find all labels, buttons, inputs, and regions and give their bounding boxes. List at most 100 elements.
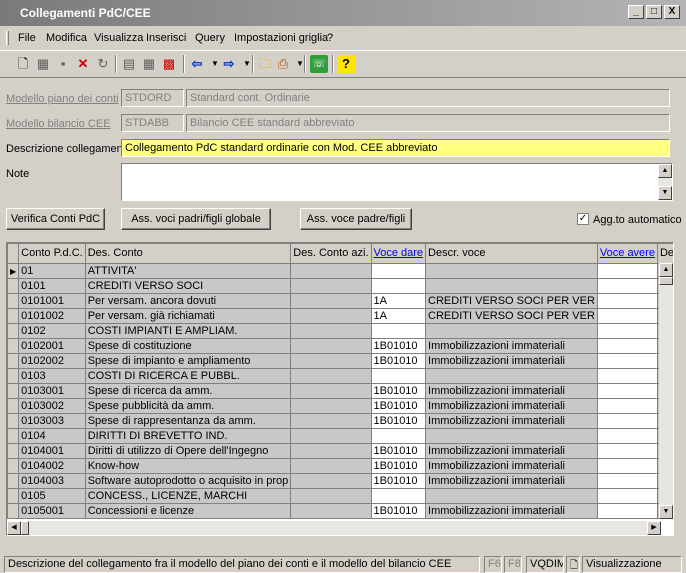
cell-conto[interactable]: 0101001 bbox=[18, 293, 86, 309]
new-document-icon[interactable]: 🗋 bbox=[14, 55, 32, 73]
cell-descr-voce-dare[interactable]: Immobilizzazioni immateriali bbox=[425, 413, 598, 429]
cell-voce-avere[interactable] bbox=[596, 488, 658, 504]
open-record-icon[interactable]: ▦ bbox=[34, 55, 52, 73]
cell-des-conto-azi[interactable] bbox=[290, 263, 372, 279]
table-row[interactable]: 0105001 Concessioni e licenze 1B01010 Immob… bbox=[7, 503, 673, 519]
cell-conto[interactable]: 0102002 bbox=[18, 353, 86, 369]
cell-descr-voce-dare[interactable] bbox=[425, 278, 598, 294]
table-row[interactable]: 0102002 Spese di impianto e ampliamento 1B… bbox=[7, 353, 673, 369]
cell-voce-dare[interactable]: 1A bbox=[370, 308, 427, 324]
col-header-descr-voce-avere[interactable]: Descr. voce bbox=[656, 243, 673, 264]
cell-conto[interactable]: 0104001 bbox=[18, 443, 86, 459]
grid-vertical-scrollbar[interactable]: ▲ ▼ bbox=[659, 263, 673, 519]
cell-descr-voce-dare[interactable]: Immobilizzazioni immateriali bbox=[425, 443, 598, 459]
cell-conto[interactable]: 0103002 bbox=[18, 398, 86, 414]
cell-voce-dare[interactable] bbox=[370, 323, 427, 339]
col-header-voce-avere[interactable]: Voce avere bbox=[596, 243, 658, 264]
minimize-button[interactable]: _ bbox=[628, 5, 644, 19]
col-header-des-conto[interactable]: Des. Conto bbox=[84, 243, 292, 264]
cell-voce-dare[interactable] bbox=[370, 278, 427, 294]
cell-voce-avere[interactable] bbox=[596, 338, 658, 354]
cell-des-conto[interactable]: Spese di ricerca da amm. bbox=[84, 383, 292, 399]
cell-des-conto-azi[interactable] bbox=[290, 428, 372, 444]
cell-voce-avere[interactable] bbox=[596, 263, 658, 279]
grid-delete-icon[interactable]: ▩ bbox=[160, 55, 178, 73]
refresh-icon[interactable]: ↻ bbox=[94, 55, 112, 73]
col-header-des-conto-azi[interactable]: Des. Conto azi. bbox=[290, 243, 372, 264]
cell-des-conto-azi[interactable] bbox=[290, 413, 372, 429]
cell-des-conto-azi[interactable] bbox=[290, 323, 372, 339]
cell-des-conto[interactable]: COSTI IMPIANTI E AMPLIAM. bbox=[84, 323, 292, 339]
cell-des-conto[interactable]: CREDITI VERSO SOCI bbox=[84, 278, 292, 294]
cell-voce-dare[interactable] bbox=[370, 488, 427, 504]
cell-des-conto-azi[interactable] bbox=[290, 458, 372, 474]
cell-des-conto[interactable]: ATTIVITA' bbox=[84, 263, 292, 279]
print-icon[interactable]: ⎙ bbox=[274, 55, 292, 73]
save-icon[interactable]: ▪ bbox=[54, 55, 72, 73]
cell-des-conto-azi[interactable] bbox=[290, 398, 372, 414]
cell-des-conto[interactable]: Concessioni e licenze bbox=[84, 503, 292, 519]
scroll-thumb[interactable] bbox=[659, 277, 673, 285]
cell-conto[interactable]: 0104003 bbox=[18, 473, 86, 489]
folder-icon[interactable]: 🗀 bbox=[256, 55, 274, 73]
scroll-up-icon[interactable]: ▲ bbox=[658, 164, 672, 178]
cell-descr-voce-dare[interactable] bbox=[425, 368, 598, 384]
verifica-conti-button[interactable]: Verifica Conti PdC bbox=[6, 208, 105, 230]
cell-descr-voce-dare[interactable]: Immobilizzazioni immateriali bbox=[425, 338, 598, 354]
cell-des-conto-azi[interactable] bbox=[290, 278, 372, 294]
cell-voce-dare[interactable] bbox=[370, 428, 427, 444]
col-header-descr-voce-dare[interactable]: Descr. voce bbox=[425, 243, 598, 264]
cell-des-conto[interactable]: COSTI DI RICERCA E PUBBL. bbox=[84, 368, 292, 384]
cell-voce-dare[interactable]: 1B01010 bbox=[370, 338, 427, 354]
cell-des-conto[interactable]: Diritti di utilizzo di Opere dell'Ingegn… bbox=[84, 443, 292, 459]
cell-voce-dare[interactable]: 1B01010 bbox=[370, 353, 427, 369]
table-row[interactable]: 0101002 Per versam. già richiamati 1A CREDI… bbox=[7, 308, 673, 324]
table-row[interactable]: 0104002 Know-how 1B01010 Immobilizzazioni i… bbox=[7, 458, 673, 474]
cell-des-conto-azi[interactable] bbox=[290, 443, 372, 459]
close-icon[interactable]: ✕ bbox=[74, 55, 92, 73]
cell-des-conto-azi[interactable] bbox=[290, 308, 372, 324]
table-row[interactable]: 0103002 Spese pubblicità da amm. 1B01010 Im… bbox=[7, 398, 673, 414]
cell-descr-voce-dare[interactable]: Immobilizzazioni immateriali bbox=[425, 503, 598, 519]
cell-des-conto[interactable]: Spese di costituzione bbox=[84, 338, 292, 354]
cell-voce-avere[interactable] bbox=[596, 428, 658, 444]
cell-conto[interactable]: 0104 bbox=[18, 428, 86, 444]
ass-voce-padre-figli-button[interactable]: Ass. voce padre/figli bbox=[300, 208, 412, 230]
menu-inserisci[interactable]: Inserisci bbox=[146, 32, 186, 44]
grid-icon[interactable]: ▦ bbox=[140, 55, 158, 73]
cell-conto[interactable]: 0103003 bbox=[18, 413, 86, 429]
maximize-button[interactable]: □ bbox=[646, 5, 662, 19]
cell-des-conto[interactable]: DIRITTI DI BREVETTO IND. bbox=[84, 428, 292, 444]
cell-voce-avere[interactable] bbox=[596, 353, 658, 369]
cell-descr-voce-dare[interactable]: Immobilizzazioni immateriali bbox=[425, 398, 598, 414]
cell-voce-avere[interactable] bbox=[596, 308, 658, 324]
cell-conto[interactable]: 0101 bbox=[18, 278, 86, 294]
table-row[interactable]: 0104001 Diritti di utilizzo di Opere dell… bbox=[7, 443, 673, 459]
table-row[interactable]: 0105 CONCESS., LICENZE, MARCHI bbox=[7, 488, 673, 504]
cell-voce-avere[interactable] bbox=[596, 368, 658, 384]
cell-voce-avere[interactable] bbox=[596, 293, 658, 309]
cell-conto[interactable]: 0101002 bbox=[18, 308, 86, 324]
cell-voce-avere[interactable] bbox=[596, 383, 658, 399]
cell-conto[interactable]: 01 bbox=[18, 263, 86, 279]
help-icon[interactable]: ? bbox=[337, 55, 355, 73]
cell-des-conto[interactable]: Per versam. già richiamati bbox=[84, 308, 292, 324]
table-row[interactable]: 0103003 Spese di rappresentanza da amm. 1B… bbox=[7, 413, 673, 429]
table-row[interactable]: ▶ 01 ATTIVITA' bbox=[7, 263, 673, 279]
scroll-up-icon[interactable]: ▲ bbox=[659, 263, 673, 277]
cell-conto[interactable]: 0103 bbox=[18, 368, 86, 384]
cell-voce-dare[interactable]: 1B01010 bbox=[370, 413, 427, 429]
col-header-voce-dare[interactable]: Voce dare bbox=[370, 243, 427, 264]
cell-voce-dare[interactable]: 1B01010 bbox=[370, 398, 427, 414]
cell-des-conto-azi[interactable] bbox=[290, 503, 372, 519]
cell-descr-voce-dare[interactable]: CREDITI VERSO SOCI PER VER bbox=[425, 308, 598, 324]
descrizione-field[interactable]: Collegamento PdC standard ordinarie con … bbox=[121, 139, 670, 157]
note-textarea[interactable]: ▲ ▼ bbox=[121, 163, 673, 201]
arrow-right-icon[interactable]: ⇨ bbox=[220, 55, 238, 73]
cell-des-conto-azi[interactable] bbox=[290, 473, 372, 489]
table-row[interactable]: 0103001 Spese di ricerca da amm. 1B01010 Im… bbox=[7, 383, 673, 399]
cell-des-conto-azi[interactable] bbox=[290, 383, 372, 399]
chevron-down-icon[interactable]: ▼ bbox=[291, 55, 309, 73]
modello-pdc-code-field[interactable]: STDORD bbox=[121, 89, 184, 107]
table-row[interactable]: 0102001 Spese di costituzione 1B01010 Immob… bbox=[7, 338, 673, 354]
